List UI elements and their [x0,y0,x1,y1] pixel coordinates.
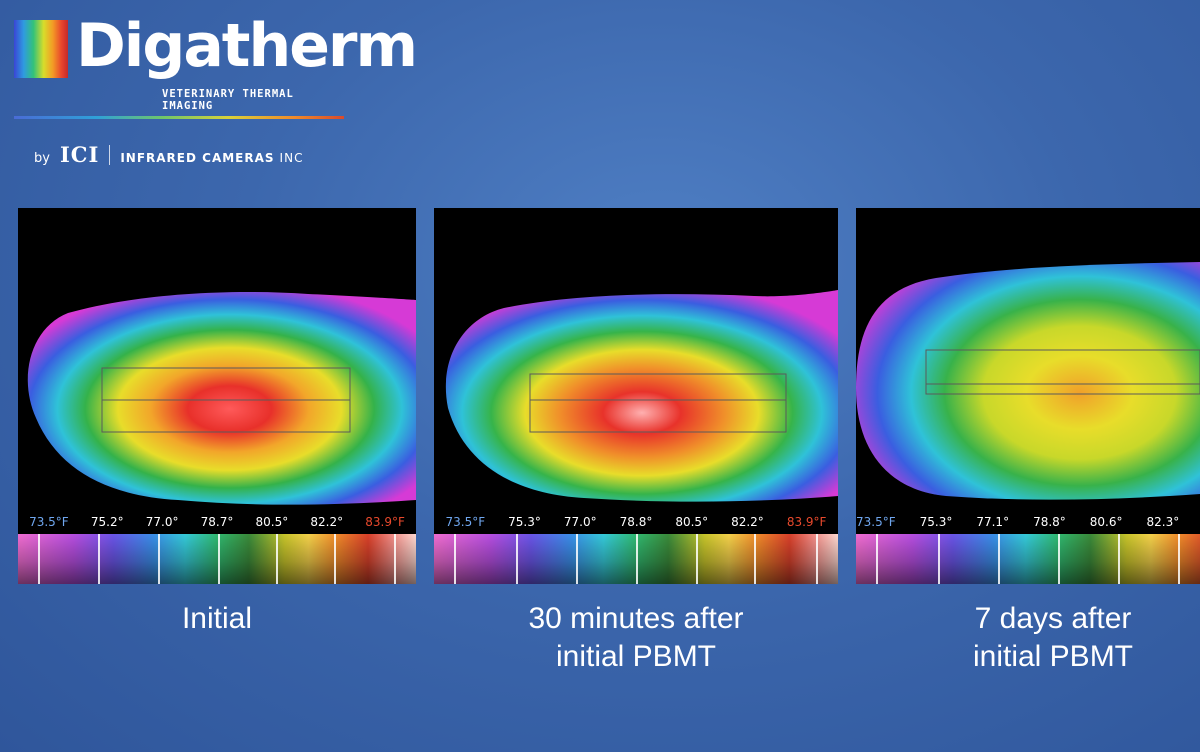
caption-line: initial PBMT [972,640,1134,673]
color-palette-histogram [856,534,1200,584]
company-suffix: INC [279,151,304,165]
scale-label: 73.5°F [445,515,486,529]
ici-logo-text: ICI [59,142,100,167]
by-label: by [34,151,50,166]
color-palette-histogram [18,534,416,584]
caption-7-days: 7 days after initial PBMT [863,600,1200,676]
caption-line: 30 minutes after [528,602,744,635]
company-byline: by ICI INFRARED CAMERAS INC [34,142,303,167]
spectrum-bars-icon [14,20,68,78]
scale-label: 80.5° [675,515,709,529]
scale-label: 83.9°F [365,515,405,529]
scale-label: 80.6° [1089,515,1123,529]
caption-line: Initial [181,602,253,635]
company-name: INFRARED CAMERAS [120,151,275,165]
temperature-scale-labels: 73.5°F 75.3° 77.0° 78.8° 80.5° 82.2° 83.… [434,514,838,530]
thermal-image-7-days [856,262,1200,500]
scale-label: 80.5° [255,515,289,529]
scale-label: 82.3° [1146,515,1180,529]
scale-label: 75.2° [90,515,124,529]
thermal-panel-30-minutes: 73.5°F 75.3° 77.0° 78.8° 80.5° 82.2° 83.… [434,208,838,584]
digatherm-logo: Digatherm VETERINARY THERMAL IMAGING by … [12,8,418,178]
scale-label: 77.1° [976,515,1010,529]
byline-separator [109,144,111,165]
scale-label: 73.5°F [29,515,69,529]
scale-label: 75.3° [508,515,541,529]
temperature-scale-labels: 73.5°F 75.2° 77.0° 78.7° 80.5° 82.2° 83.… [18,514,416,530]
scale-label: 78.7° [200,515,234,529]
scale-label: 75.3° [919,515,953,529]
scale-label: 73.5°F [856,515,896,529]
scale-label: 77.0° [563,515,597,529]
color-palette-histogram [434,534,838,584]
thermal-panel-initial: 73.5°F 75.2° 77.0° 78.7° 80.5° 82.2° 83.… [18,208,416,584]
scale-label: 78.8° [619,515,653,529]
caption-30-minutes: 30 minutes after initial PBMT [446,600,826,676]
caption-line: initial PBMT [555,640,717,673]
caption-line: 7 days after [974,602,1132,635]
scale-label: 83.9°F [786,515,827,529]
scale-label: 77.0° [145,515,179,529]
temperature-scale-labels: 73.5°F 75.3° 77.1° 78.8° 80.6° 82.3° [856,514,1200,530]
logo-divider [14,116,344,119]
scale-label: 82.2° [731,515,764,529]
scale-label: 82.2° [310,515,344,529]
thermal-image-initial [27,292,416,505]
thermal-image-30-minutes [445,290,838,502]
scale-label: 78.8° [1033,515,1066,529]
caption-initial: Initial [27,600,407,638]
brand-tagline: VETERINARY THERMAL IMAGING [162,88,294,112]
brand-name: Digatherm [76,11,418,81]
thermal-panel-7-days: 73.5°F 75.3° 77.1° 78.8° 80.6° 82.3° [856,208,1200,584]
